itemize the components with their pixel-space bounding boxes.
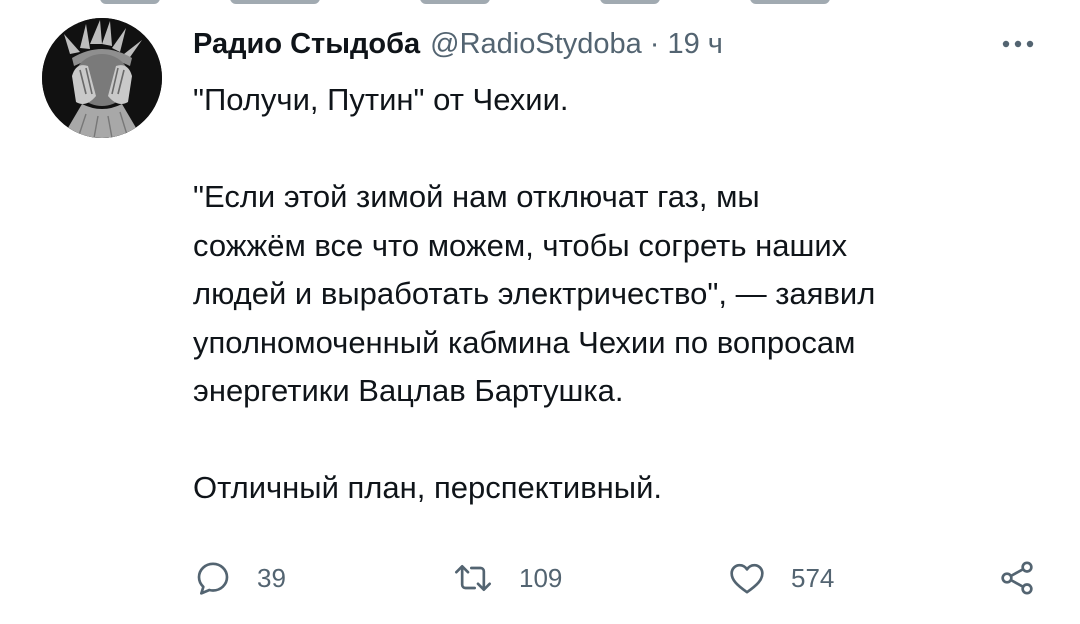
user-handle[interactable]: @RadioStydoba (430, 28, 642, 61)
reply-count: 39 (257, 562, 286, 593)
share-button[interactable] (997, 556, 1037, 600)
tweet-header: Радио Стыдоба @RadioStydoba · 19 ч (193, 24, 723, 64)
statue-of-liberty-facepalm-avatar (42, 18, 162, 138)
like-count: 574 (791, 562, 835, 593)
retweet-button[interactable]: 109 (451, 556, 562, 600)
tweet-actions: 39 109 574 (193, 556, 1053, 600)
share-icon (1001, 561, 1033, 595)
reply-button[interactable]: 39 (193, 556, 286, 600)
like-button[interactable]: 574 (727, 556, 834, 600)
reply-icon (197, 562, 229, 595)
retweet-count: 109 (519, 562, 563, 593)
separator-dot: · (649, 27, 660, 60)
previous-tweet-fragment (0, 0, 1080, 10)
retweet-icon (455, 565, 491, 591)
avatar[interactable] (42, 18, 162, 138)
display-name[interactable]: Радио Стыдоба (193, 28, 420, 61)
more-options-button[interactable] (996, 30, 1040, 58)
more-options-icon (1002, 40, 1034, 48)
heart-icon (730, 563, 764, 594)
tweet-timestamp[interactable]: 19 ч (667, 28, 722, 61)
tweet-text: "Получи, Путин" от Чехии. "Если этой зим… (193, 82, 876, 505)
